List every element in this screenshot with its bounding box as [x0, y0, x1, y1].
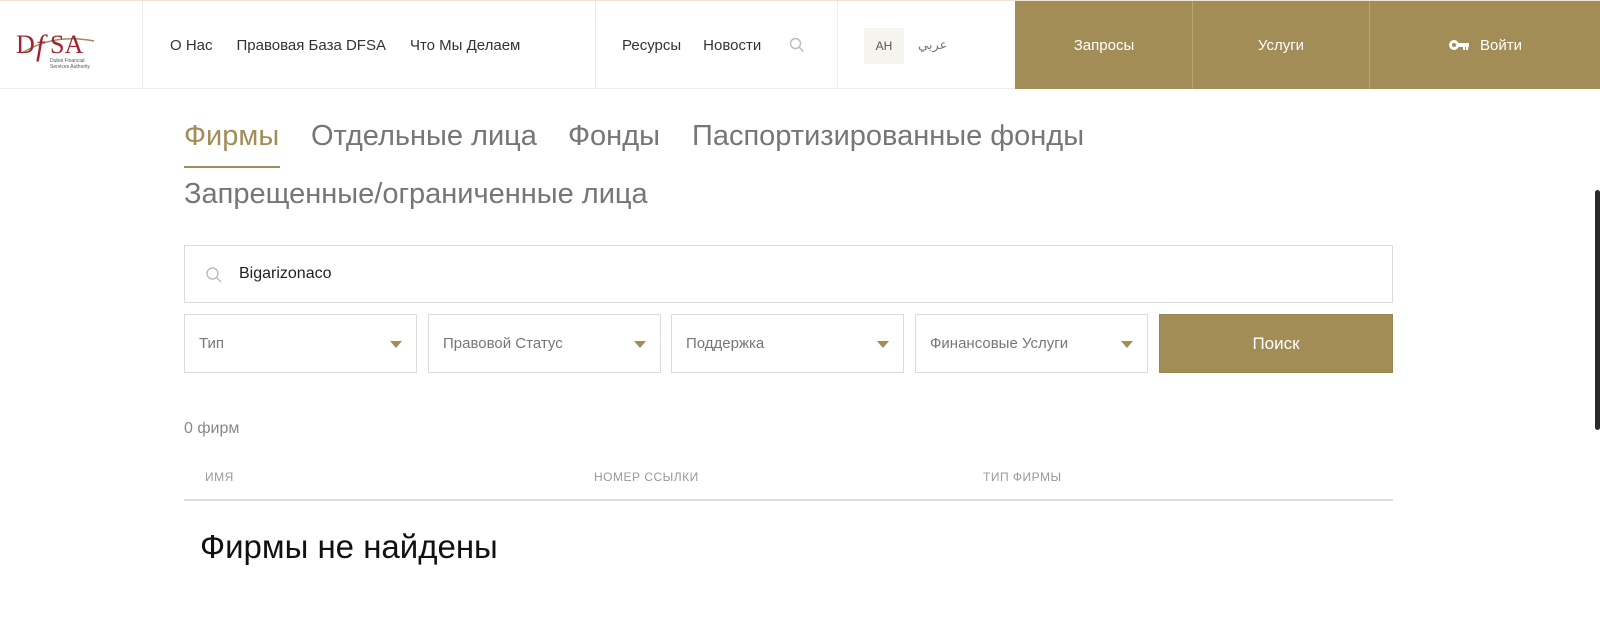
- nav-item-resources[interactable]: Ресурсы: [622, 37, 681, 54]
- lang-arabic-link[interactable]: عربي: [918, 37, 947, 53]
- filter-type[interactable]: Тип: [184, 314, 417, 373]
- search-field: [184, 245, 1393, 303]
- nav-item-about[interactable]: О Нас: [170, 37, 213, 54]
- lang-current[interactable]: AH: [864, 28, 904, 64]
- column-header-firm-type: ТИП ФИРМЫ: [983, 470, 1062, 484]
- svg-text:f: f: [36, 29, 48, 62]
- filter-legal-status[interactable]: Правовой Статус: [428, 314, 661, 373]
- logo[interactable]: D f SA Dubai Financial Services Authorit…: [0, 1, 143, 89]
- column-header-name: ИМЯ: [205, 470, 234, 484]
- nav-item-legal-base[interactable]: Правовая База DFSA: [237, 37, 386, 54]
- tab-prohibited-persons[interactable]: Запрещенные/ограниченные лица: [184, 178, 648, 211]
- column-header-reference: НОМЕР ССЫЛКИ: [594, 470, 699, 484]
- filter-financial-services[interactable]: Финансовые Услуги: [915, 314, 1148, 373]
- tab-passported-funds[interactable]: Паспортизированные фонды: [692, 120, 1084, 153]
- divider: [595, 1, 596, 89]
- services-label: Услуги: [1257, 36, 1305, 54]
- tab-firms[interactable]: Фирмы: [184, 120, 279, 153]
- services-button[interactable]: Услуги: [1193, 1, 1369, 89]
- site-header: D f SA Dubai Financial Services Authorit…: [0, 0, 1600, 89]
- search-input[interactable]: [239, 246, 1339, 302]
- primary-nav: О Нас Правовая База DFSA Что Мы Делаем: [170, 1, 520, 89]
- svg-text:SA: SA: [50, 30, 83, 59]
- tab-funds[interactable]: Фонды: [568, 120, 660, 153]
- filter-label: Финансовые Услуги: [930, 335, 1069, 352]
- scrollbar[interactable]: [1595, 190, 1600, 430]
- search-icon: [206, 267, 222, 283]
- filter-label: Правовой Статус: [443, 335, 563, 352]
- dfsa-logo-icon: D f SA Dubai Financial Services Authorit…: [16, 29, 95, 70]
- filter-label: Поддержка: [686, 335, 765, 352]
- nav-item-what-we-do[interactable]: Что Мы Делаем: [410, 37, 520, 54]
- login-button[interactable]: Войти: [1370, 1, 1600, 89]
- table-divider: [184, 499, 1393, 501]
- tab-individuals[interactable]: Отдельные лица: [311, 120, 537, 153]
- requests-button[interactable]: Запросы: [1015, 1, 1193, 89]
- svg-text:Services Authority: Services Authority: [50, 64, 91, 70]
- caret-down-icon: [877, 341, 889, 348]
- key-icon: [1449, 40, 1469, 50]
- search-button[interactable]: Поиск: [1159, 314, 1393, 373]
- filter-support[interactable]: Поддержка: [671, 314, 904, 373]
- login-label: Войти: [1480, 36, 1522, 54]
- caret-down-icon: [390, 341, 402, 348]
- caret-down-icon: [634, 341, 646, 348]
- requests-label: Запросы: [1073, 36, 1135, 54]
- nav-item-news[interactable]: Новости: [703, 37, 761, 54]
- results-count: 0 фирм: [184, 420, 240, 437]
- secondary-nav: Ресурсы Новости: [622, 1, 805, 89]
- svg-text:D: D: [16, 30, 35, 59]
- search-icon[interactable]: [789, 37, 805, 53]
- filter-label: Тип: [199, 335, 225, 352]
- caret-down-icon: [1121, 341, 1133, 348]
- divider: [837, 1, 838, 89]
- active-tab-indicator: [184, 166, 280, 168]
- empty-results-message: Фирмы не найдены: [200, 528, 498, 565]
